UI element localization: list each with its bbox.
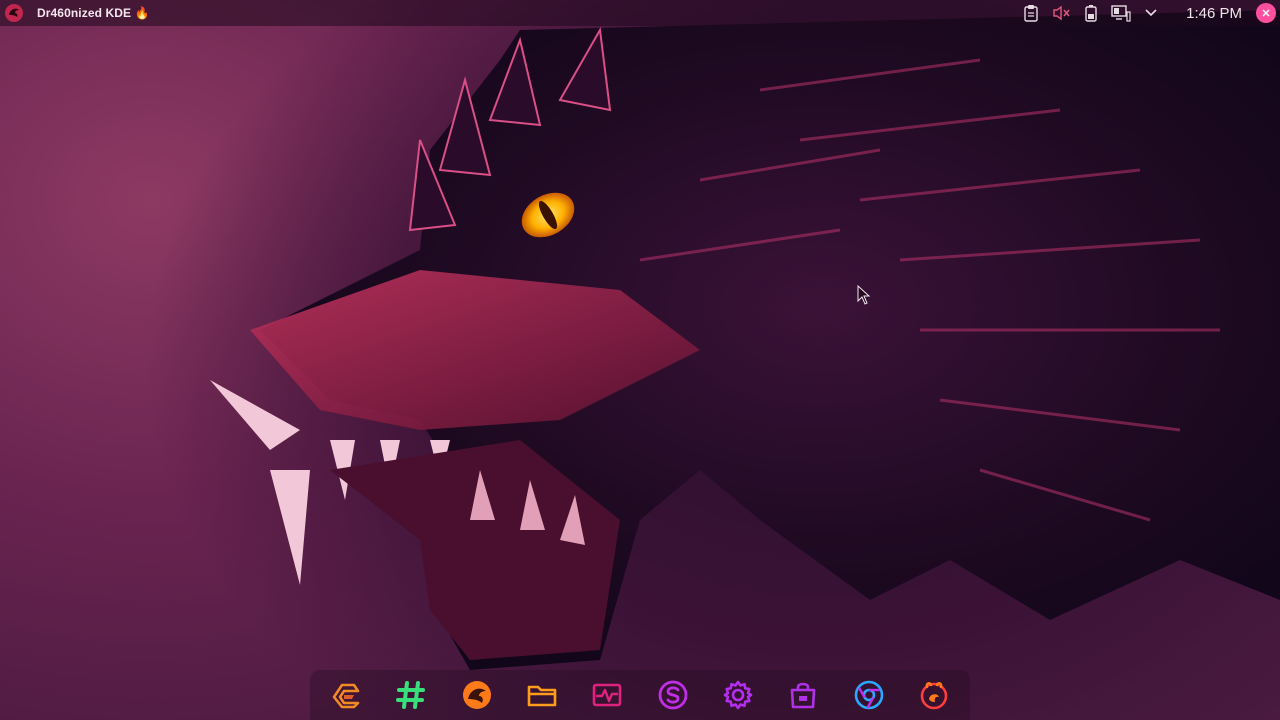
- volume-muted-icon[interactable]: [1050, 2, 1072, 24]
- dock-app-garuda[interactable]: [326, 675, 366, 715]
- dock-app-software[interactable]: [653, 675, 693, 715]
- dock: [310, 670, 970, 720]
- dock-app-hashtag[interactable]: [391, 675, 431, 715]
- active-window-title: Dr460nized KDE 🔥: [37, 6, 150, 20]
- dragon-logo-icon: [5, 4, 23, 22]
- dock-app-firedragon[interactable]: [914, 675, 954, 715]
- application-launcher-button[interactable]: [3, 2, 25, 24]
- display-configuration-icon[interactable]: [1110, 2, 1132, 24]
- mouse-cursor-icon: [857, 285, 871, 305]
- dock-app-system-monitor[interactable]: [587, 675, 627, 715]
- garuda-logo-icon: [332, 683, 360, 709]
- firedragon-browser-icon: [920, 682, 948, 710]
- system-tray: 1:46 PM: [1020, 0, 1280, 26]
- dragon-wallpaper-image: [210, 10, 1280, 670]
- store-bag-icon: [790, 682, 816, 709]
- dock-app-store[interactable]: [783, 675, 823, 715]
- expand-tray-chevron-icon[interactable]: [1140, 2, 1162, 24]
- dragon-app-icon: [462, 681, 491, 709]
- hashtag-icon: [396, 681, 426, 709]
- settings-gear-icon: [723, 680, 753, 710]
- chromium-browser-icon: [854, 680, 883, 710]
- dock-app-chromium[interactable]: [849, 675, 889, 715]
- folder-icon: [527, 685, 557, 707]
- dock-app-files[interactable]: [522, 675, 562, 715]
- system-monitor-icon: [593, 683, 622, 707]
- software-s-icon: [658, 680, 688, 710]
- user-avatar-icon[interactable]: [1256, 3, 1276, 23]
- clipboard-icon[interactable]: [1020, 2, 1042, 24]
- desktop[interactable]: Dr460nized KDE 🔥 1:46 PM: [0, 0, 1280, 720]
- top-panel: Dr460nized KDE 🔥 1:46 PM: [0, 0, 1280, 26]
- digital-clock[interactable]: 1:46 PM: [1186, 5, 1242, 22]
- battery-icon[interactable]: [1080, 2, 1102, 24]
- fire-icon: 🔥: [134, 6, 150, 20]
- dock-app-dragon[interactable]: [457, 675, 497, 715]
- dock-app-settings[interactable]: [718, 675, 758, 715]
